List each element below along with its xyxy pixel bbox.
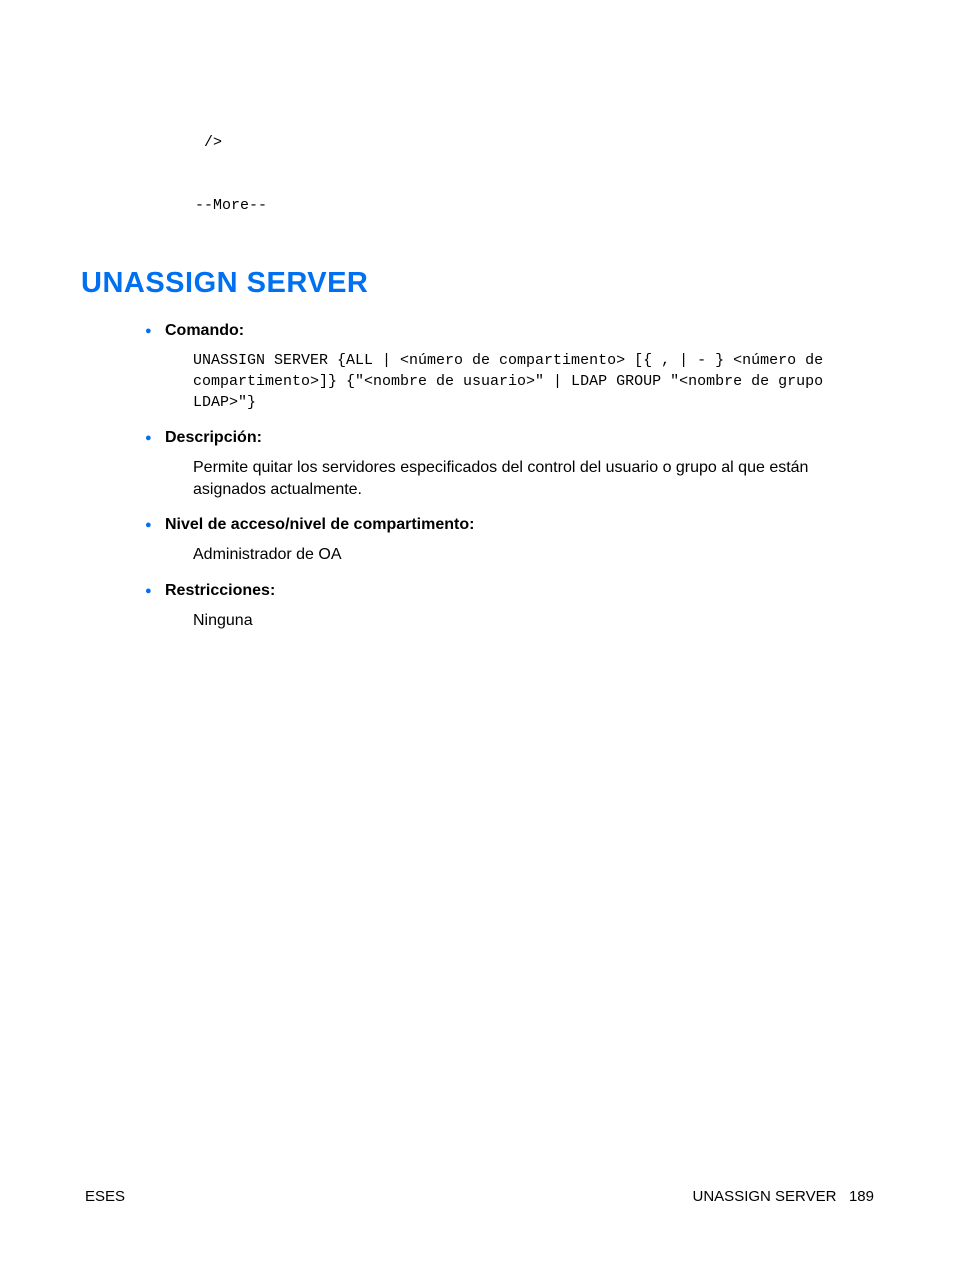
item-label: Nivel de acceso/nivel de compartimento: (165, 516, 874, 534)
item-text: Ninguna (165, 610, 874, 632)
item-label: Comando: (165, 322, 874, 340)
list-item-restricciones: Restricciones: Ninguna (165, 582, 874, 632)
list-item-descripcion: Descripción: Permite quitar los servidor… (165, 429, 874, 500)
item-code: UNASSIGN SERVER {ALL | <número de compar… (165, 350, 874, 413)
item-label: Descripción: (165, 429, 874, 447)
page-footer: ESES UNASSIGN SERVER 189 (85, 1188, 874, 1205)
preamble-line-1: /> (195, 132, 874, 153)
preamble-line-2: --More-- (195, 195, 874, 216)
footer-left: ESES (85, 1188, 125, 1205)
item-text: Permite quitar los servidores especifica… (165, 457, 874, 500)
item-label: Restricciones: (165, 582, 874, 600)
preamble-code-block: /> --More-- (85, 90, 874, 237)
list-item-nivel: Nivel de acceso/nivel de compartimento: … (165, 516, 874, 566)
section-list: Comando: UNASSIGN SERVER {ALL | <número … (85, 322, 874, 631)
section-heading: UNASSIGN SERVER (81, 267, 874, 300)
item-text: Administrador de OA (165, 544, 874, 566)
footer-right: UNASSIGN SERVER 189 (693, 1188, 874, 1205)
list-item-comando: Comando: UNASSIGN SERVER {ALL | <número … (165, 322, 874, 413)
